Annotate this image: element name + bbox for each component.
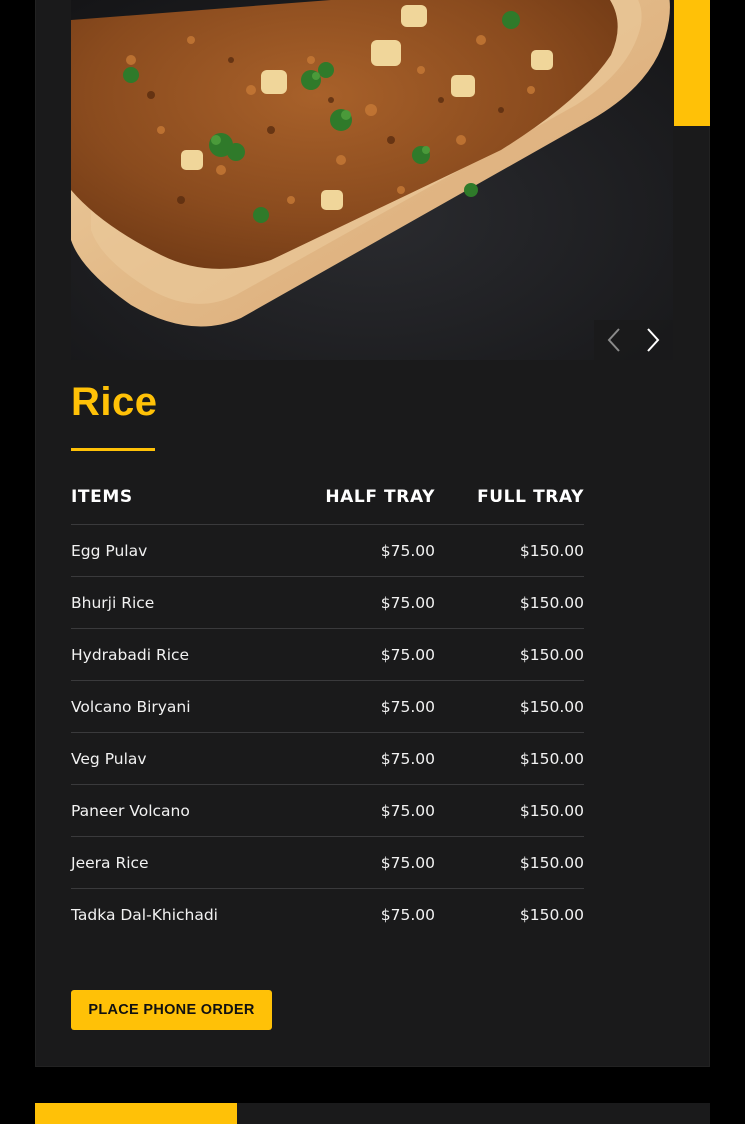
half-tray-price: $75.00 xyxy=(316,784,435,837)
item-name: Bhurji Rice xyxy=(71,576,316,629)
half-tray-price: $75.00 xyxy=(316,524,435,577)
half-tray-price: $75.00 xyxy=(316,680,435,733)
slider-nav xyxy=(594,320,673,360)
chevron-right-icon xyxy=(647,328,660,352)
full-tray-price: $150.00 xyxy=(435,784,584,837)
item-name: Tadka Dal-Khichadi xyxy=(71,905,218,924)
full-tray-price: $150.00 xyxy=(435,836,584,889)
next-section-tab[interactable] xyxy=(35,1103,237,1124)
full-tray-price: $150.00 xyxy=(435,628,584,681)
item-name: Volcano Biryani xyxy=(71,680,316,733)
header-items: ITEMS xyxy=(71,470,316,525)
full-tray-price: $150.00 xyxy=(435,732,584,785)
title-underline xyxy=(71,448,155,451)
table-row: Volcano Biryani $75.00 $150.00 xyxy=(71,680,584,733)
table-row: Veg Pulav $75.00 $150.00 xyxy=(71,732,584,785)
header-half-tray: HALF TRAY xyxy=(316,470,435,525)
table-row: Tadka Dal-Khichadi $75.00 $150.00 xyxy=(71,889,584,941)
item-name: Jeera Rice xyxy=(71,836,316,889)
slider-prev-button[interactable] xyxy=(594,320,634,360)
full-tray-price: $150.00 xyxy=(435,680,584,733)
header-full-tray: FULL TRAY xyxy=(435,470,584,525)
table-row: Hydrabadi Rice $75.00 $150.00 xyxy=(71,628,584,681)
table-row: Bhurji Rice $75.00 $150.00 xyxy=(71,576,584,629)
chevron-left-icon xyxy=(607,328,620,352)
table-row: Jeera Rice $75.00 $150.00 xyxy=(71,836,584,889)
menu-table: ITEMS HALF TRAY FULL TRAY Egg Pulav $75.… xyxy=(71,470,584,940)
half-tray-price: $75.00 xyxy=(316,628,435,681)
item-name: Veg Pulav xyxy=(71,732,316,785)
table-header-row: ITEMS HALF TRAY FULL TRAY xyxy=(71,470,584,525)
half-tray-price: $75.00 xyxy=(316,732,435,785)
accent-strip xyxy=(674,0,710,126)
table-row: Paneer Volcano $75.00 $150.00 xyxy=(71,784,584,837)
slider-next-button[interactable] xyxy=(634,320,674,360)
half-tray-price: $75.00 xyxy=(380,905,435,924)
food-photo xyxy=(71,0,673,360)
item-name: Paneer Volcano xyxy=(71,784,316,837)
half-tray-price: $75.00 xyxy=(316,576,435,629)
half-tray-price: $75.00 xyxy=(316,836,435,889)
item-name: Egg Pulav xyxy=(71,524,316,577)
full-tray-price: $150.00 xyxy=(435,576,584,629)
section-title: Rice xyxy=(71,380,158,424)
item-name: Hydrabadi Rice xyxy=(71,628,316,681)
table-row: Egg Pulav $75.00 $150.00 xyxy=(71,524,584,577)
full-tray-price: $150.00 xyxy=(519,905,584,924)
full-tray-price: $150.00 xyxy=(435,524,584,577)
place-phone-order-button[interactable]: PLACE PHONE ORDER xyxy=(71,990,272,1030)
